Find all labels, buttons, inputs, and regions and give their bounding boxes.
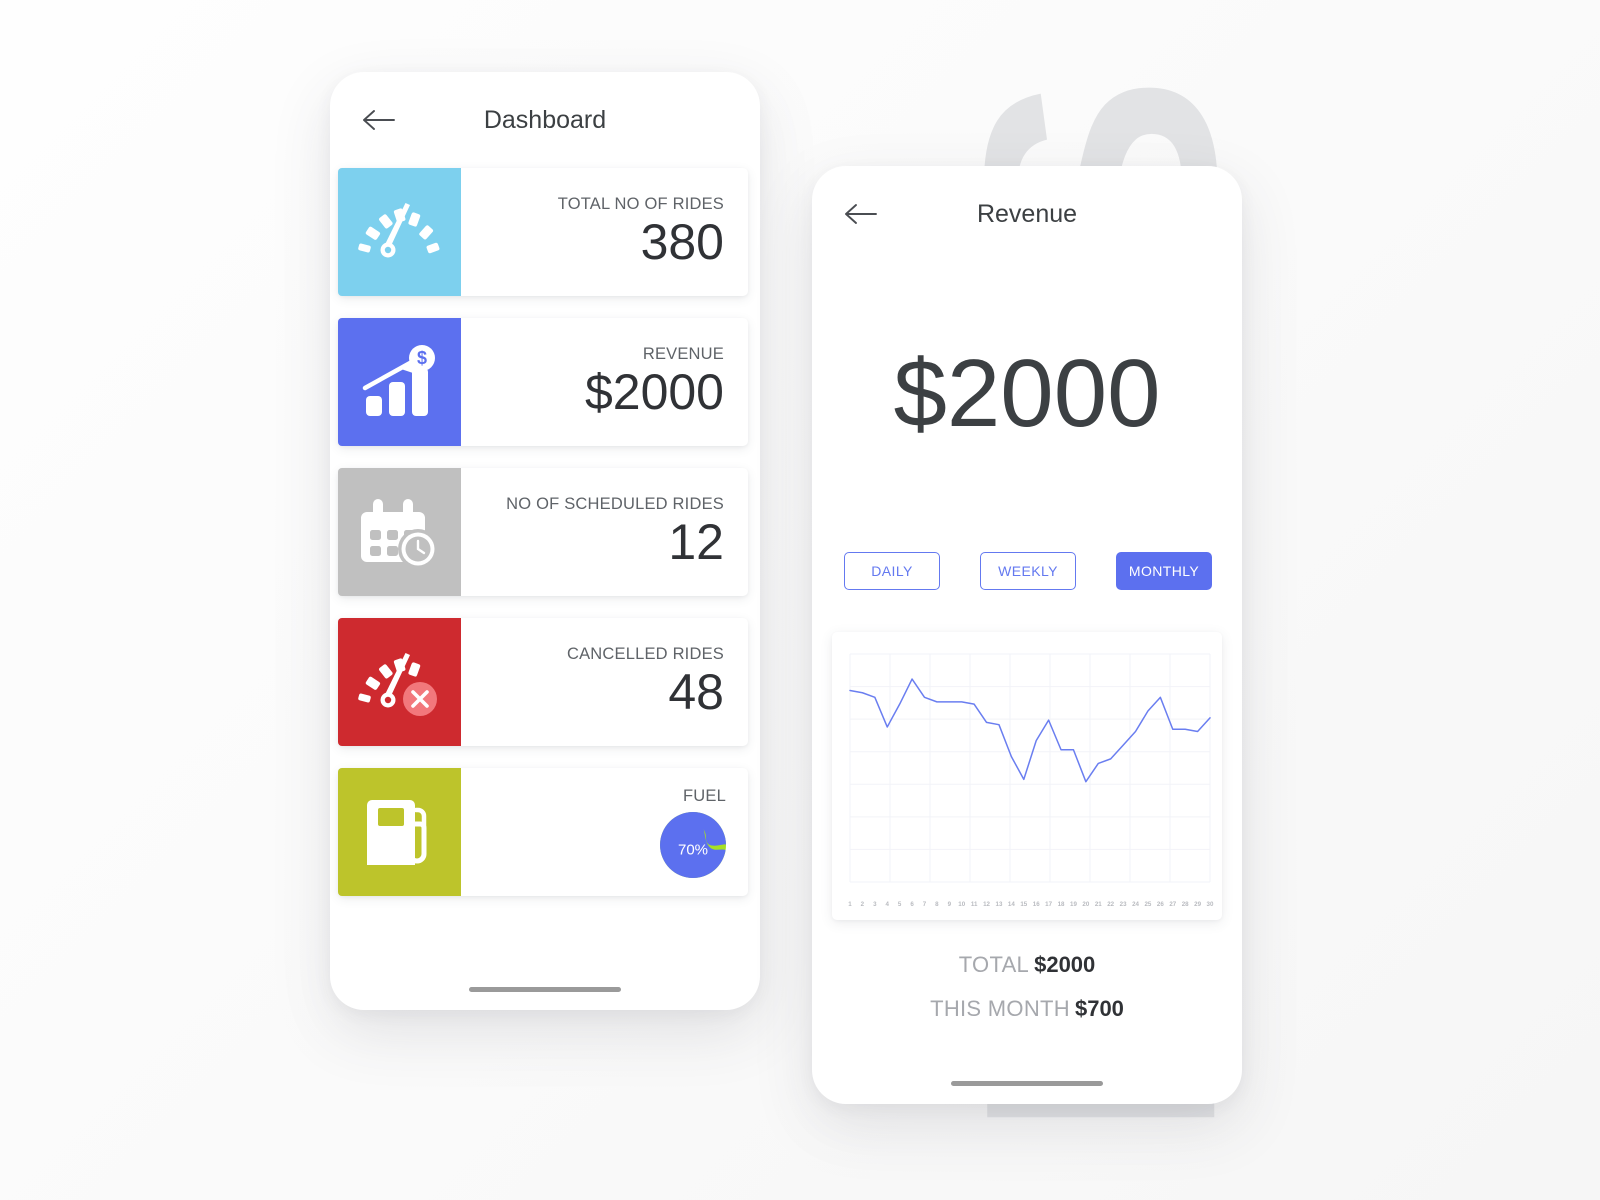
revenue-line-chart: 1 2 3 4 5 6 7 8 9 10 11 12 13 14 15 16 17 18 19 20 21 22 23 24 2…	[848, 653, 1214, 908]
phone-revenue: Revenue $2000 DAILY WEEKLY MONTHLY 12345…	[812, 166, 1242, 1104]
revenue-navbar: Revenue	[812, 166, 1242, 262]
svg-text:16: 16	[1033, 901, 1040, 908]
fuel-pie-chart: 70%	[660, 811, 726, 878]
svg-text:23: 23	[1120, 901, 1127, 908]
svg-text:$: $	[416, 348, 426, 368]
svg-text:10: 10	[958, 901, 965, 908]
arrow-left-icon[interactable]	[844, 203, 878, 225]
stat-value: $2000	[584, 364, 724, 421]
svg-text:29: 29	[1194, 901, 1201, 908]
stat-card-total-rides[interactable]: TOTAL NO OF RIDES 380	[338, 168, 748, 296]
stat-label: TOTAL NO OF RIDES	[557, 195, 724, 214]
stat-card-cancelled-rides[interactable]: CANCELLED RIDES 48	[338, 618, 748, 746]
screenshot-stage: RIDES Dashboard	[0, 0, 1600, 1200]
stat-label: REVENUE	[642, 345, 724, 364]
this-month-row: THIS MONTH $700	[812, 996, 1242, 1022]
svg-text:21: 21	[1095, 901, 1102, 908]
stat-card-fuel[interactable]: FUEL 70%	[338, 768, 748, 896]
revenue-totals: TOTAL $2000 THIS MONTH $700	[812, 952, 1242, 1022]
svg-text:9: 9	[948, 901, 952, 908]
stat-card-list: TOTAL NO OF RIDES 380 $ REVENUE $2000 NO…	[330, 168, 760, 896]
stat-card-scheduled-rides[interactable]: NO OF SCHEDULED RIDES 12	[338, 468, 748, 596]
stat-label: CANCELLED RIDES	[566, 645, 724, 664]
svg-text:17: 17	[1045, 901, 1052, 908]
speedometer-icon	[338, 168, 461, 296]
svg-text:2: 2	[861, 901, 865, 908]
period-button-weekly[interactable]: WEEKLY	[980, 552, 1076, 590]
home-indicator	[951, 1081, 1103, 1086]
svg-text:1: 1	[848, 901, 852, 908]
calendar-clock-icon	[338, 468, 461, 596]
stat-card-text: FUEL 70%	[461, 768, 748, 896]
arrow-left-icon[interactable]	[362, 109, 396, 131]
bar-chart-dollar-icon: $	[338, 318, 461, 446]
svg-text:28: 28	[1182, 901, 1189, 908]
total-row: TOTAL $2000	[812, 952, 1242, 978]
stat-card-revenue[interactable]: $ REVENUE $2000	[338, 318, 748, 446]
period-button-monthly[interactable]: MONTHLY	[1116, 552, 1212, 590]
dashboard-navbar: Dashboard	[330, 72, 760, 168]
svg-text:6: 6	[910, 901, 914, 908]
this-month-value: $700	[1074, 996, 1124, 1021]
stat-value: 48	[668, 664, 724, 721]
svg-text:12: 12	[983, 901, 990, 908]
period-selector: DAILY WEEKLY MONTHLY	[844, 552, 1212, 590]
speedometer-cancel-icon	[338, 618, 461, 746]
svg-text:18: 18	[1058, 901, 1065, 908]
svg-text:15: 15	[1020, 901, 1027, 908]
svg-text:25: 25	[1144, 901, 1151, 908]
stat-value: 12	[668, 514, 724, 571]
revenue-chart-card[interactable]: 1 2 3 4 5 6 7 8 9 10 11 12 13 14 15 16 17 18 19 20 21 22 23 24 2…	[832, 632, 1222, 920]
svg-text:22: 22	[1107, 901, 1114, 908]
svg-text:11: 11	[971, 901, 978, 908]
total-value: $2000	[1034, 952, 1096, 977]
fuel-pump-icon	[338, 768, 461, 896]
svg-text:14: 14	[1008, 901, 1015, 908]
svg-text:13: 13	[996, 901, 1003, 908]
svg-text:7: 7	[923, 901, 927, 908]
page-title: Revenue	[976, 199, 1078, 228]
svg-text:30: 30	[1207, 901, 1214, 908]
svg-text:4: 4	[886, 901, 890, 908]
stat-card-text: REVENUE $2000	[461, 318, 748, 446]
stat-label: NO OF SCHEDULED RIDES	[506, 495, 724, 514]
svg-text:20: 20	[1082, 901, 1089, 908]
stat-card-text: TOTAL NO OF RIDES 380	[461, 168, 748, 296]
home-indicator	[469, 987, 621, 992]
stat-label: FUEL	[683, 786, 726, 805]
stat-value: 380	[640, 214, 724, 271]
stat-card-text: NO OF SCHEDULED RIDES 12	[461, 468, 748, 596]
period-button-daily[interactable]: DAILY	[844, 552, 940, 590]
svg-text:3: 3	[873, 901, 877, 908]
svg-text:27: 27	[1169, 901, 1176, 908]
svg-text:24: 24	[1132, 901, 1139, 908]
svg-text:19: 19	[1070, 901, 1077, 908]
total-label: TOTAL	[958, 952, 1030, 977]
stat-card-text: CANCELLED RIDES 48	[461, 618, 748, 746]
revenue-amount: $2000	[893, 340, 1161, 447]
this-month-label: THIS MONTH	[930, 996, 1070, 1021]
svg-text:8: 8	[935, 901, 939, 908]
svg-text:5: 5	[898, 901, 902, 908]
phone-dashboard: Dashboard TOTAL NO OF RIDES 380 $ REVENU…	[330, 72, 760, 1010]
svg-text:26: 26	[1157, 901, 1164, 908]
page-title: Dashboard	[483, 105, 607, 134]
